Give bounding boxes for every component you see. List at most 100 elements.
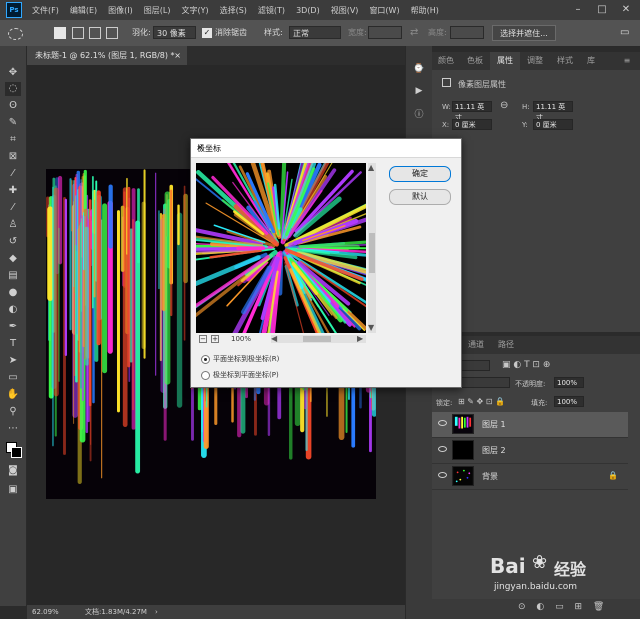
background-color-swatch[interactable] (11, 447, 22, 458)
tab-adjustments[interactable]: 调整 (520, 52, 550, 70)
marquee-tool-icon[interactable]: ◌ (5, 82, 21, 96)
visibility-eye-icon[interactable] (438, 446, 447, 452)
layer-name[interactable]: 图层 2 (482, 445, 506, 456)
info-panel-icon[interactable]: ⓘ (412, 108, 426, 122)
menu-type[interactable]: 文字(Y) (181, 5, 208, 16)
polar-to-rect-label[interactable]: 极坐标到平面坐标(P) (213, 370, 279, 380)
screen-mode-icon[interactable]: ▣ (5, 483, 21, 497)
frame-tool-icon[interactable]: ⊠ (5, 150, 21, 164)
ellipse-marquee-icon[interactable] (8, 28, 23, 40)
blend-mode-select[interactable] (460, 377, 510, 388)
layer-name[interactable]: 图层 1 (482, 419, 506, 430)
workspace-icon[interactable]: ▭ (620, 26, 629, 40)
opacity-input[interactable]: 100% (554, 377, 584, 388)
filter-icons-icon[interactable]: ▣ ◐ T ⊡ ⊕ (502, 360, 550, 370)
intersect-selection-icon[interactable] (106, 27, 118, 39)
menu-file[interactable]: 文件(F) (32, 5, 59, 16)
history-brush-icon[interactable]: ↺ (5, 235, 21, 249)
add-selection-icon[interactable] (72, 27, 84, 39)
x-field[interactable]: 0 厘米 (452, 119, 492, 130)
history-panel-icon[interactable]: ⌚ (412, 62, 426, 76)
eraser-tool-icon[interactable]: ◆ (5, 252, 21, 266)
document-tab[interactable]: 未标题-1 @ 62.1% (图层 1, RGB/8) * × (27, 46, 187, 65)
scroll-down-icon[interactable]: ▼ (368, 323, 374, 332)
vscroll-thumb[interactable] (369, 233, 375, 273)
tab-channels[interactable]: 通道 (462, 336, 490, 354)
layer-row-background[interactable]: 背景 🔒 (432, 464, 628, 490)
layer-name[interactable]: 背景 (482, 471, 498, 482)
gradient-tool-icon[interactable]: ▤ (5, 269, 21, 283)
feather-input[interactable]: 30 像素 (153, 26, 196, 39)
hscroll-thumb[interactable] (303, 336, 331, 342)
minimize-button[interactable]: – (566, 0, 590, 20)
y-field[interactable]: 0 厘米 (533, 119, 573, 130)
style-select[interactable]: 正常 (289, 26, 341, 39)
layer-row-layer1[interactable]: 图层 1 (432, 412, 628, 438)
rect-to-polar-radio[interactable] (201, 355, 210, 364)
dodge-tool-icon[interactable]: ◐ (5, 303, 21, 317)
menu-help[interactable]: 帮助(H) (411, 5, 439, 16)
tab-libraries[interactable]: 库 (580, 52, 602, 70)
preview-vscrollbar[interactable]: ▲ ▼ (368, 163, 376, 333)
quick-mask-icon[interactable]: ◙ (5, 464, 21, 478)
maximize-button[interactable]: □ (590, 0, 614, 20)
clone-stamp-icon[interactable]: ♙ (5, 218, 21, 232)
type-tool-icon[interactable]: T (5, 337, 21, 351)
ok-button[interactable]: 确定 (389, 166, 451, 182)
layer-filter-select[interactable] (460, 360, 490, 371)
subtract-selection-icon[interactable] (89, 27, 101, 39)
eyedropper-tool-icon[interactable]: ⁄ (5, 167, 21, 181)
layer-actions-icon[interactable]: ⊙ ◐ ▭ ⊞ 🗑 (518, 602, 608, 612)
tab-swatches[interactable]: 色板 (460, 52, 490, 70)
pen-tool-icon[interactable]: ✒ (5, 320, 21, 334)
menu-edit[interactable]: 编辑(E) (70, 5, 97, 16)
scroll-right-icon[interactable]: ▶ (357, 334, 363, 343)
new-selection-icon[interactable] (54, 27, 66, 39)
menu-view[interactable]: 视图(V) (331, 5, 359, 16)
antialias-checkbox[interactable]: ✓ (202, 28, 212, 38)
move-tool-icon[interactable]: ✥ (5, 66, 21, 80)
rectangle-tool-icon[interactable]: ▭ (5, 371, 21, 385)
select-and-mask-button[interactable]: 选择并遮住... (492, 25, 556, 41)
quick-select-tool-icon[interactable]: ✎ (5, 116, 21, 130)
dialog-close-icon[interactable]: ✕ (197, 143, 455, 152)
tab-properties[interactable]: 属性 (490, 52, 520, 70)
zoom-out-icon[interactable]: − (199, 335, 207, 343)
tab-close-icon[interactable]: × (174, 46, 181, 65)
status-menu-arrow-icon[interactable]: › (155, 605, 158, 619)
default-button[interactable]: 默认 (389, 189, 451, 205)
visibility-eye-icon[interactable] (438, 472, 447, 478)
width-input[interactable] (368, 26, 402, 39)
more-tools-icon[interactable]: ⋯ (5, 422, 21, 436)
layer-row-layer2[interactable]: 图层 2 (432, 438, 628, 464)
fill-input[interactable]: 100% (554, 396, 584, 407)
zoom-level[interactable]: 62.09% (32, 605, 59, 619)
height-input[interactable] (450, 26, 484, 39)
menu-layer[interactable]: 图层(L) (144, 5, 171, 16)
scroll-left-icon[interactable]: ◀ (271, 334, 277, 343)
lock-options-icon[interactable]: ⊞ ✎ ✥ ⊡ 🔒 (458, 397, 505, 406)
crop-tool-icon[interactable]: ⌗ (5, 133, 21, 147)
lasso-tool-icon[interactable]: ʘ (5, 99, 21, 113)
menu-image[interactable]: 图像(I) (108, 5, 133, 16)
polar-to-rect-radio[interactable] (201, 371, 210, 380)
width-field[interactable]: 11.11 英寸 (452, 101, 492, 122)
hand-tool-icon[interactable]: ✋ (5, 388, 21, 402)
visibility-eye-icon[interactable] (438, 420, 447, 426)
swap-icon[interactable]: ⇄ (410, 26, 418, 40)
zoom-tool-icon[interactable]: ⚲ (5, 405, 21, 419)
menu-select[interactable]: 选择(S) (220, 5, 247, 16)
scroll-up-icon[interactable]: ▲ (368, 163, 374, 172)
height-field[interactable]: 11.11 英寸 (533, 101, 573, 122)
preview-hscrollbar[interactable]: ◀ ▶ (271, 334, 366, 343)
zoom-in-icon[interactable]: + (211, 335, 219, 343)
blur-tool-icon[interactable]: ● (5, 286, 21, 300)
tab-color[interactable]: 颜色 (432, 52, 460, 70)
close-window-button[interactable]: ✕ (614, 0, 638, 20)
healing-brush-icon[interactable]: ✚ (5, 184, 21, 198)
link-proportions-icon[interactable]: ⊖ (500, 100, 508, 111)
filter-preview[interactable] (196, 163, 366, 333)
actions-play-icon[interactable]: ▶ (412, 84, 426, 98)
menu-window[interactable]: 窗口(W) (369, 5, 399, 16)
panel-menu-icon[interactable]: ≡ (620, 52, 634, 70)
